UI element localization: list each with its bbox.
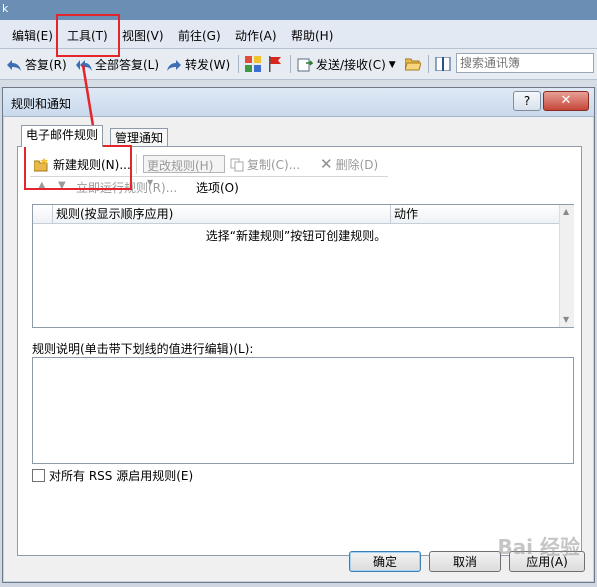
tab-email-rules[interactable]: 电子邮件规则 — [21, 125, 104, 147]
annotation-arrow — [81, 64, 101, 146]
